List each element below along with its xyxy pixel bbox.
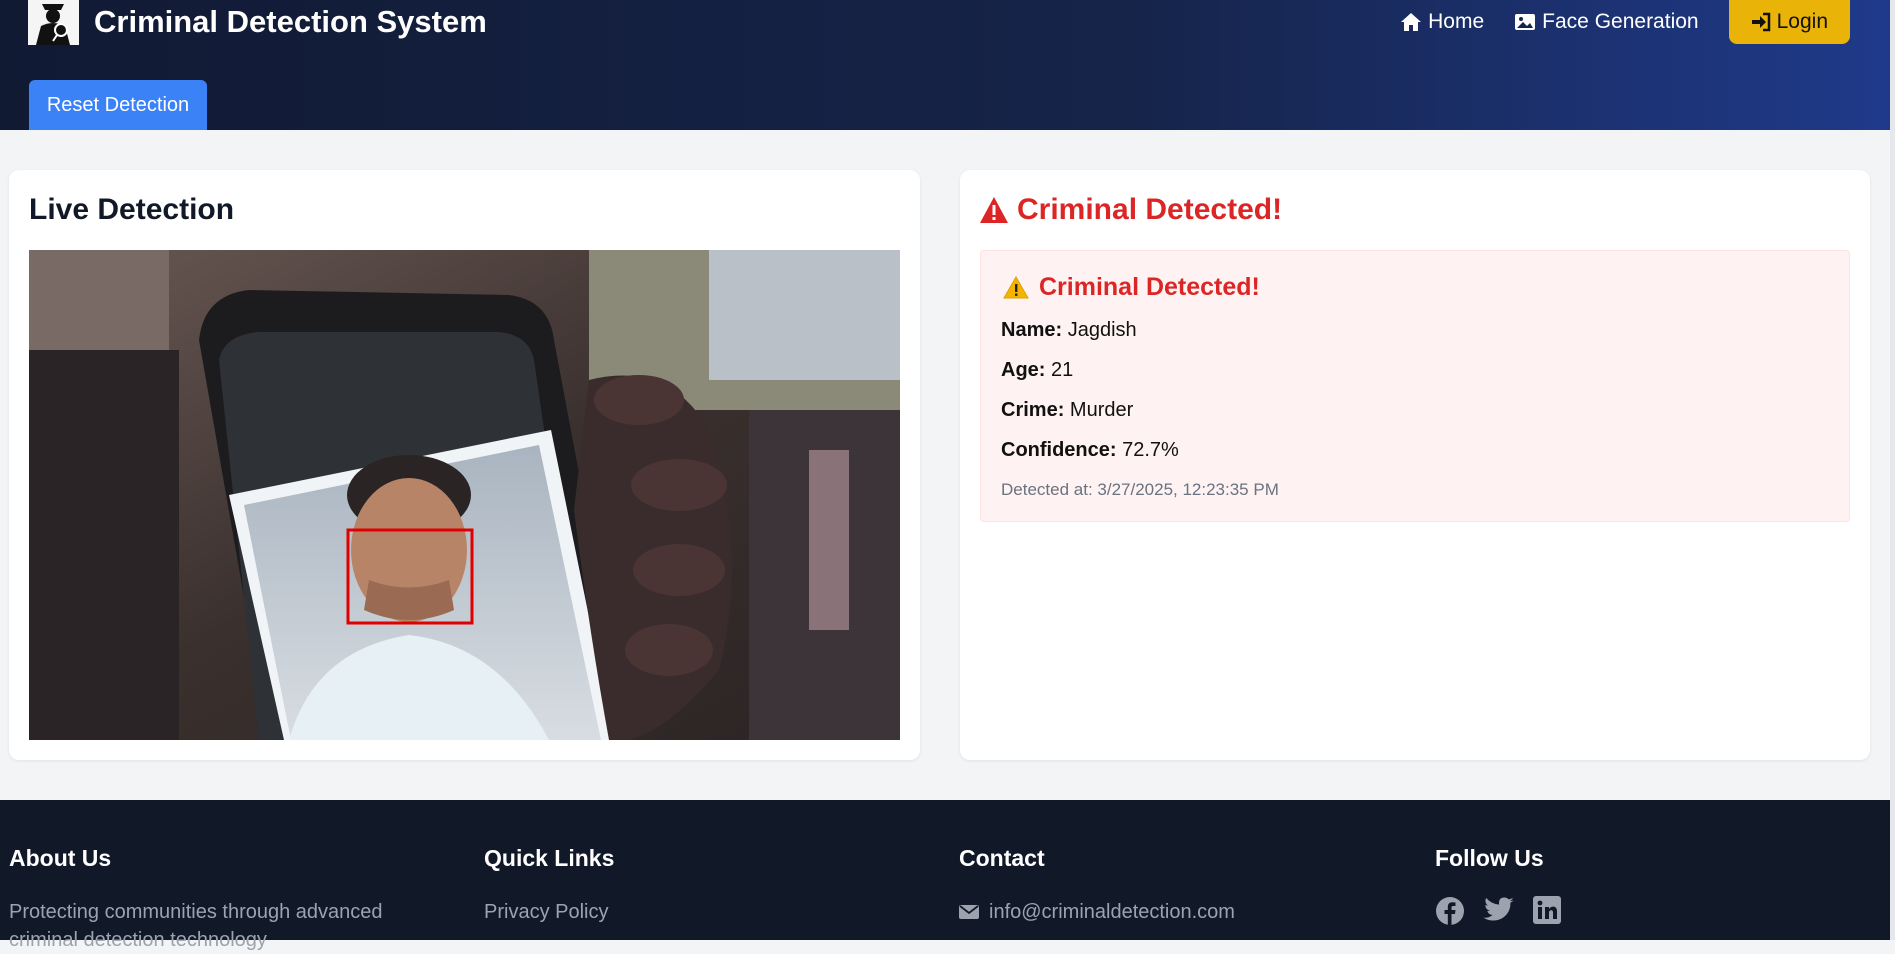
top-navbar: Criminal Detection System Home Face Gene… [0,0,1890,130]
warning-emoji-icon [1003,276,1029,299]
warning-triangle-icon [980,197,1008,223]
image-icon [1515,14,1536,30]
detection-result-title: Criminal Detected! [979,192,1282,228]
detected-at-timestamp: Detected at: 3/27/2025, 12:23:35 PM [1001,480,1279,499]
nav-home-link[interactable]: Home [1400,10,1484,34]
app-title: Criminal Detection System [94,4,487,39]
confidence-label: Confidence: [1001,439,1117,461]
nav-face-generation-label: Face Generation [1542,10,1699,33]
home-icon [1401,13,1422,31]
criminal-crime-field: Crime: Murder [1001,399,1133,422]
footer-links-title: Quick Links [484,845,615,871]
privacy-policy-link[interactable]: Privacy Policy [484,898,614,926]
login-button[interactable]: Login [1728,0,1850,44]
age-value: 21 [1051,359,1074,381]
login-label: Login [1776,9,1828,33]
footer-contact: Contact info@criminaldetection.com [959,844,1235,926]
social-icons [1435,896,1579,931]
detection-result-title-text: Criminal Detected! [1017,193,1283,226]
confidence-field: Confidence: 72.7% [1001,439,1179,462]
footer-about-text: Protecting communities through advanced … [9,901,383,951]
detection-result-card: Criminal Detected! Criminal Detected! Na… [960,170,1870,760]
confidence-value: 72.7% [1122,439,1179,461]
contact-email[interactable]: info@criminaldetection.com [959,898,1235,926]
page-scrollbar[interactable] [1890,0,1895,940]
nav-face-generation-link[interactable]: Face Generation [1514,10,1699,34]
webcam-feed [29,250,900,740]
nav-home-label: Home [1428,10,1485,33]
criminal-alert-box: Criminal Detected! Name: Jagdish Age: 21… [980,250,1850,522]
crime-value: Murder [1069,399,1134,421]
reset-detection-button[interactable]: Reset Detection [29,80,207,130]
contact-email-text: info@criminaldetection.com [989,901,1235,923]
footer-about-title: About Us [9,845,112,871]
footer-about: About Us Protecting communities through … [9,844,439,954]
envelope-icon [959,905,979,919]
criminal-name-field: Name: Jagdish [1001,319,1137,342]
footer-quick-links: Quick Links Privacy Policy [484,844,614,926]
name-value: Jagdish [1067,319,1137,341]
alert-title: Criminal Detected! [1003,273,1260,302]
footer-follow-title: Follow Us [1435,845,1544,871]
sign-in-icon [1751,12,1770,31]
name-label: Name: [1001,319,1063,341]
nav-links: Home Face Generation Login [1400,0,1850,44]
facebook-icon[interactable] [1435,896,1465,931]
detective-logo [28,0,79,45]
criminal-age-field: Age: 21 [1001,359,1073,382]
live-detection-title: Live Detection [29,193,235,226]
crime-label: Crime: [1001,399,1065,421]
age-label: Age: [1001,359,1046,381]
alert-title-text: Criminal Detected! [1039,273,1260,301]
footer: About Us Protecting communities through … [0,800,1890,951]
footer-contact-title: Contact [959,845,1045,871]
linkedin-icon[interactable] [1533,896,1561,931]
twitter-icon[interactable] [1483,896,1515,931]
footer-follow: Follow Us [1435,844,1579,931]
live-detection-card: Live Detection [9,170,920,760]
